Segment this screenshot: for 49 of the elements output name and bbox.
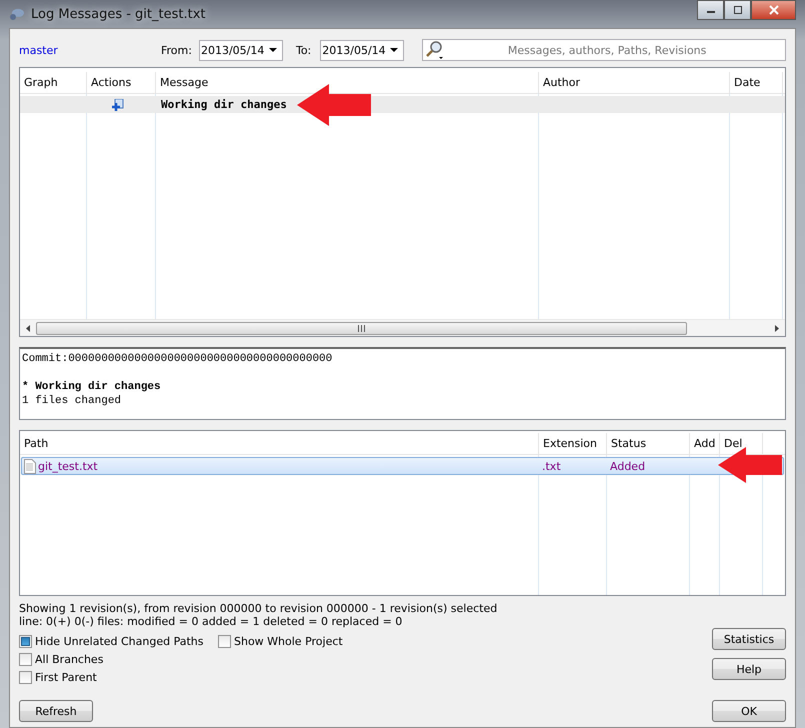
option-checkbox[interactable]: Hide Unrelated Changed Paths xyxy=(19,632,218,650)
column-header[interactable]: Author xyxy=(539,72,730,93)
ok-button[interactable]: OK xyxy=(712,700,786,722)
maximize-button[interactable] xyxy=(724,0,751,20)
window-title: Log Messages - git_test.txt xyxy=(31,6,206,22)
to-date-picker[interactable]: 2013/05/14 xyxy=(320,40,404,60)
document-icon xyxy=(24,458,36,474)
help-button[interactable]: Help xyxy=(712,658,786,680)
message-cell-text: Working dir changes xyxy=(160,98,288,111)
pointer-arrow xyxy=(718,447,782,483)
statistics-button[interactable]: Statistics xyxy=(712,628,786,650)
column-header[interactable]: Path xyxy=(20,433,539,454)
file-row[interactable]: git_test.txt .txt Added xyxy=(21,457,784,475)
maximize-icon xyxy=(732,6,742,14)
status-cell-text: Added xyxy=(609,460,646,472)
option-checkbox[interactable]: First Parent xyxy=(19,668,218,686)
commit-text-line: * Working dir changes xyxy=(22,380,162,394)
commit-text-line: 1 files changed xyxy=(22,394,122,408)
refresh-button[interactable]: Refresh xyxy=(19,700,93,722)
from-label: From: xyxy=(161,44,192,56)
column-header[interactable]: Status xyxy=(607,433,690,454)
minimize-button[interactable] xyxy=(697,0,724,20)
option-checkbox[interactable]: Show Whole Project xyxy=(218,632,343,650)
scroll-right-icon xyxy=(775,324,779,332)
column-header[interactable]: Graph xyxy=(20,72,87,93)
close-icon xyxy=(768,5,780,15)
extension-cell-text: .txt xyxy=(541,460,562,472)
column-header[interactable]: Date xyxy=(730,72,783,93)
status-text: line: 0(+) 0(-) files: modified = 0 added = 1 deleted = 0 replaced = 0 xyxy=(19,615,404,628)
scroll-left-icon xyxy=(26,324,30,332)
caret-icon xyxy=(390,48,398,52)
caret-icon xyxy=(268,48,277,52)
from-date-picker[interactable]: 2013/05/14 xyxy=(198,40,283,60)
status-text: Showing 1 revision(s), from revision 000000 to revision 000000 - 1 revision(s) selected xyxy=(19,602,498,615)
app-icon xyxy=(9,7,25,21)
column-header[interactable]: Add xyxy=(690,433,720,454)
search-field[interactable]: Messages, authors, Paths, Revisions xyxy=(422,39,786,61)
add-file-icon xyxy=(112,98,124,110)
commit-text-line: Commit:0000000000000000000000000000000000000000 xyxy=(22,352,334,366)
column-header[interactable]: Extension xyxy=(539,433,607,454)
option-checkbox[interactable]: All Branches xyxy=(19,650,218,668)
path-cell: git_test.txt xyxy=(38,460,98,472)
branch-link[interactable]: master xyxy=(19,44,109,56)
horizontal-scrollbar[interactable] xyxy=(20,319,785,336)
close-button[interactable] xyxy=(751,0,796,20)
grip-icon xyxy=(358,324,365,332)
to-label: To: xyxy=(296,44,312,56)
column-header[interactable]: Actions xyxy=(87,72,156,93)
revision-row[interactable]: Working dir changes xyxy=(20,96,785,113)
